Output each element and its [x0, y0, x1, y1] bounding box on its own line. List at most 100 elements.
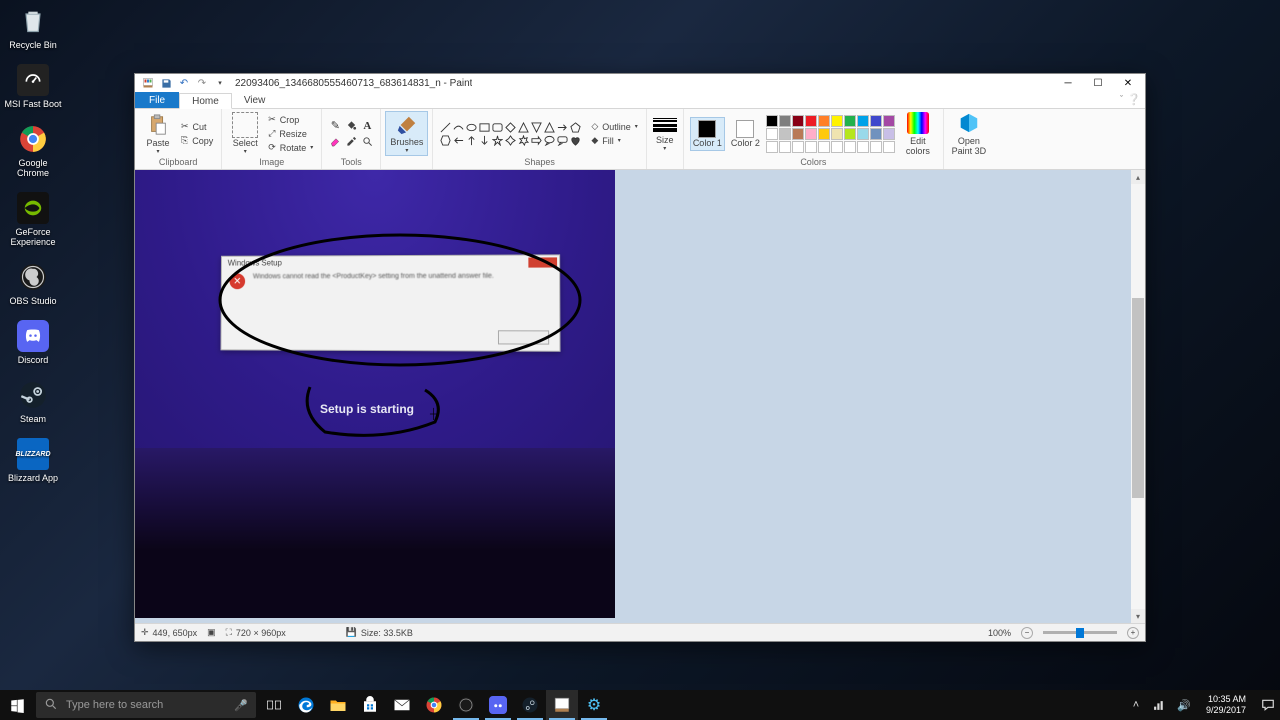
- edit-colors-button[interactable]: Edit colors: [899, 112, 937, 156]
- taskbar-chrome[interactable]: [418, 690, 450, 720]
- shape-item[interactable]: [465, 121, 477, 133]
- minimize-button[interactable]: ─: [1053, 74, 1083, 92]
- scroll-up-arrow[interactable]: ▴: [1131, 170, 1145, 184]
- palette-swatch[interactable]: [805, 141, 817, 153]
- shape-item[interactable]: [504, 134, 516, 146]
- scroll-thumb[interactable]: [1132, 298, 1144, 498]
- desktop-icon-msi-fast-boot[interactable]: MSI Fast Boot: [3, 64, 63, 109]
- fill-tool[interactable]: [344, 119, 358, 133]
- palette-swatch[interactable]: [779, 128, 791, 140]
- palette-swatch[interactable]: [805, 128, 817, 140]
- save-icon[interactable]: [159, 76, 173, 90]
- palette-swatch[interactable]: [831, 115, 843, 127]
- shape-item[interactable]: [556, 121, 568, 133]
- tray-network-icon[interactable]: [1152, 697, 1168, 713]
- view-tab[interactable]: View: [232, 92, 278, 108]
- redo-icon[interactable]: ↷: [195, 76, 209, 90]
- undo-icon[interactable]: ↶: [177, 76, 191, 90]
- palette-swatch[interactable]: [792, 141, 804, 153]
- palette-swatch[interactable]: [844, 128, 856, 140]
- shape-item[interactable]: [556, 134, 568, 146]
- taskbar-paint[interactable]: [546, 690, 578, 720]
- paste-button[interactable]: Paste ▾: [141, 112, 175, 155]
- help-icon[interactable]: ❔: [1127, 93, 1141, 106]
- palette-swatch[interactable]: [831, 141, 843, 153]
- maximize-button[interactable]: ☐: [1083, 74, 1113, 92]
- zoom-slider[interactable]: [1043, 631, 1117, 634]
- shape-item[interactable]: [491, 134, 503, 146]
- desktop-icon-steam[interactable]: Steam: [3, 379, 63, 424]
- color2-button[interactable]: Color 2: [729, 118, 762, 150]
- shape-item[interactable]: [452, 134, 464, 146]
- taskbar-store[interactable]: [354, 690, 386, 720]
- shape-item[interactable]: [452, 121, 464, 133]
- desktop-icon-recycle-bin[interactable]: Recycle Bin: [3, 5, 63, 50]
- shape-item[interactable]: [517, 121, 529, 133]
- shape-item[interactable]: [569, 121, 581, 133]
- palette-swatch[interactable]: [818, 115, 830, 127]
- close-button[interactable]: ✕: [1113, 74, 1143, 92]
- mic-icon[interactable]: 🎤: [234, 699, 248, 712]
- crop-button[interactable]: ✂Crop: [266, 113, 315, 126]
- shape-item[interactable]: [517, 134, 529, 146]
- palette-swatch[interactable]: [857, 128, 869, 140]
- palette-swatch[interactable]: [857, 141, 869, 153]
- select-button[interactable]: Select ▾: [228, 112, 262, 155]
- task-view-button[interactable]: [258, 690, 290, 720]
- palette-swatch[interactable]: [844, 115, 856, 127]
- palette-swatch[interactable]: [766, 128, 778, 140]
- rotate-button[interactable]: ⟳Rotate ▾: [266, 141, 315, 154]
- palette-swatch[interactable]: [831, 128, 843, 140]
- magnifier-tool[interactable]: [360, 135, 374, 149]
- vertical-scrollbar[interactable]: ▴ ▾: [1131, 170, 1145, 623]
- eraser-tool[interactable]: [328, 135, 342, 149]
- canvas-area[interactable]: Windows Setup ✕ Windows cannot read the …: [135, 170, 1145, 623]
- shape-outline-button[interactable]: ◇Outline ▾: [589, 120, 639, 133]
- file-tab[interactable]: File: [135, 92, 179, 108]
- palette-swatch[interactable]: [766, 115, 778, 127]
- taskbar-edge[interactable]: [290, 690, 322, 720]
- shape-item[interactable]: [543, 134, 555, 146]
- ribbon-collapse-icon[interactable]: ˇ: [1120, 94, 1123, 104]
- taskbar-obs[interactable]: [450, 690, 482, 720]
- palette-swatch[interactable]: [818, 141, 830, 153]
- shape-item[interactable]: [504, 121, 516, 133]
- home-tab[interactable]: Home: [179, 93, 232, 109]
- start-button[interactable]: [0, 690, 34, 720]
- palette-swatch[interactable]: [792, 115, 804, 127]
- shape-item[interactable]: [478, 121, 490, 133]
- palette-swatch[interactable]: [870, 141, 882, 153]
- tray-overflow[interactable]: ˄: [1128, 697, 1144, 713]
- text-tool[interactable]: A: [360, 119, 374, 133]
- shape-item[interactable]: [569, 134, 581, 146]
- zoom-in-button[interactable]: +: [1127, 627, 1139, 639]
- palette-swatch[interactable]: [844, 141, 856, 153]
- taskbar-steam[interactable]: [514, 690, 546, 720]
- palette-swatch[interactable]: [883, 115, 895, 127]
- resize-button[interactable]: ⤢Resize: [266, 127, 315, 140]
- palette-swatch[interactable]: [805, 115, 817, 127]
- taskbar-clock[interactable]: 10:35 AM 9/29/2017: [1200, 694, 1252, 716]
- shape-item[interactable]: [543, 121, 555, 133]
- paint-app-icon[interactable]: [141, 76, 155, 90]
- shape-item[interactable]: [478, 134, 490, 146]
- taskbar-file-explorer[interactable]: [322, 690, 354, 720]
- scroll-down-arrow[interactable]: ▾: [1131, 609, 1145, 623]
- zoom-out-button[interactable]: −: [1021, 627, 1033, 639]
- palette-swatch[interactable]: [792, 128, 804, 140]
- shapes-gallery[interactable]: [439, 121, 581, 146]
- cut-button[interactable]: ✂Cut: [179, 120, 215, 133]
- size-button[interactable]: Size ▾: [653, 115, 677, 152]
- shape-item[interactable]: [439, 134, 451, 146]
- color1-button[interactable]: Color 1: [690, 117, 725, 151]
- palette-swatch[interactable]: [857, 115, 869, 127]
- tray-volume-icon[interactable]: 🔊: [1176, 697, 1192, 713]
- desktop-icon-google-chrome[interactable]: Google Chrome: [3, 123, 63, 178]
- palette-swatch[interactable]: [870, 128, 882, 140]
- palette-swatch[interactable]: [883, 141, 895, 153]
- shape-item[interactable]: [491, 121, 503, 133]
- desktop-icon-obs-studio[interactable]: OBS Studio: [3, 261, 63, 306]
- desktop-icon-geforce-experience[interactable]: GeForce Experience: [3, 192, 63, 247]
- titlebar[interactable]: ↶ ↷ ▾ 22093406_1346680555460713_68361483…: [135, 74, 1145, 92]
- desktop-icon-blizzard-app[interactable]: BLIZZARD Blizzard App: [3, 438, 63, 483]
